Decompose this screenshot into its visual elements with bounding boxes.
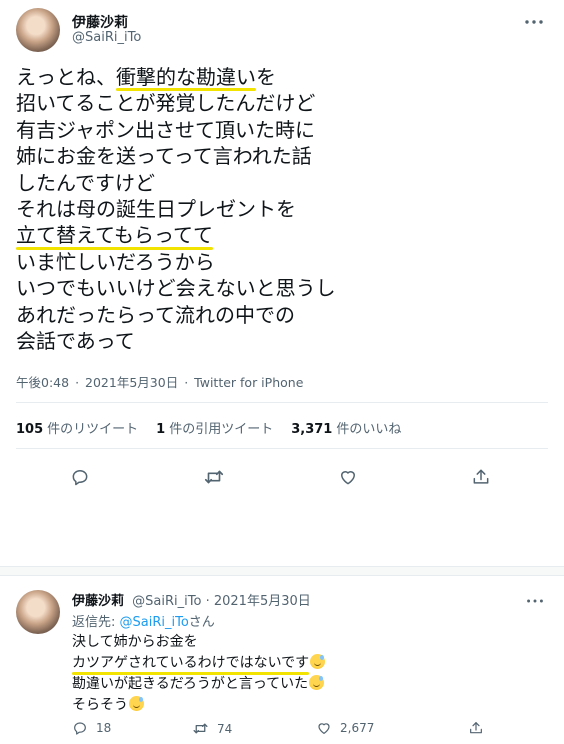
share-icon[interactable]: [466, 462, 496, 492]
highlighted-text: カツアゲされているわけではないです: [72, 653, 310, 675]
reply-line-text: 勘違いが起きるだろうがと言っていた: [72, 676, 309, 692]
share-icon: [470, 722, 482, 734]
reply-avatar[interactable]: [16, 590, 60, 634]
reply-to-prefix: 返信先:: [72, 615, 120, 630]
tweet-meta: 午後0:48 · 2021年5月30日 · Twitter for iPhone: [16, 372, 303, 391]
retweets-count: 105: [16, 422, 44, 437]
tweet-line: 会話であって: [16, 328, 546, 354]
divider: [16, 402, 548, 403]
reply-actions: 18 74 2,677: [72, 720, 552, 740]
tweet-line: 姉にお金を送ってって言われた話: [16, 143, 546, 169]
reply-line: 決して姉からお金を: [72, 632, 542, 653]
tweet-source[interactable]: Twitter for iPhone: [194, 375, 303, 390]
meta-separator: ·: [184, 375, 189, 390]
reply-line: 勘違いが起きるだろうがと言っていた: [72, 674, 542, 695]
tweet-actions: [0, 462, 564, 492]
reply-to-mention[interactable]: @SaiRi_iTo: [120, 615, 189, 630]
reply-text: 決して姉からお金をカツアゲされているわけではないです 勘違いが起きるだろうがと言っ…: [72, 632, 542, 716]
avatar[interactable]: [16, 8, 60, 52]
retweets-stat[interactable]: 105 件のリツイート: [16, 418, 138, 437]
tweet-line-text: えっとね、: [16, 65, 116, 89]
tweet-stats: 105 件のリツイート 1 件の引用ツイート 3,371 件のいいね: [16, 418, 401, 437]
tweet-time[interactable]: 午後0:48: [16, 375, 69, 390]
likes-count: 3,371: [291, 422, 333, 437]
grinning-sweat-emoji: [310, 654, 326, 669]
tweet-line-text: 会話であって: [16, 328, 135, 353]
retweet-icon[interactable]: [199, 462, 229, 492]
tweet-line-text: あれだったらって流れの中での: [16, 302, 295, 327]
thread-separator: [0, 566, 564, 576]
tweet-line-text: いま忙しいだろうから: [16, 249, 215, 274]
reply-display-name[interactable]: 伊藤沙莉: [72, 594, 124, 609]
reply-line-text: 決して姉からお金を: [72, 634, 198, 650]
tweet-line-text: を: [256, 65, 276, 89]
tweet-date[interactable]: 2021年5月30日: [85, 375, 178, 390]
tweet-line-text: 有吉ジャポン出させて頂いた時に: [16, 117, 315, 142]
main-tweet: 伊藤沙莉 @SaiRi_iTo えっとね、衝撃的な勘違いを 招いてることが発覚した…: [0, 0, 564, 566]
reply-date[interactable]: 2021年5月30日: [214, 594, 311, 609]
quotes-label: 件の引用ツイート: [169, 422, 274, 437]
tweet-text: えっとね、衝撃的な勘違いを 招いてることが発覚したんだけど 有吉ジャポン出させて頂い…: [16, 64, 546, 354]
tweet-line: 立て替えてもらってて: [16, 222, 546, 251]
display-name[interactable]: 伊藤沙莉: [72, 12, 128, 32]
reply-to-suffix: さん: [188, 615, 215, 630]
reply-share-action[interactable]: [468, 720, 484, 736]
reply-tweet[interactable]: 伊藤沙莉 @SaiRi_iTo · 2021年5月30日 返信先: @SaiRi…: [0, 576, 564, 744]
heart-icon: [318, 723, 330, 734]
reply-count: 18: [96, 721, 112, 735]
reply-line-text: そらそう: [72, 697, 128, 713]
tweet-line: いつでもいいけど会えないと思うし: [16, 275, 546, 301]
quotes-count: 1: [156, 422, 166, 437]
reply-handle[interactable]: @SaiRi_iTo: [132, 594, 201, 609]
highlighted-text: 衝撃的な勘違い: [116, 65, 256, 92]
grinning-sweat-emoji: [309, 675, 325, 690]
reply-to: 返信先: @SaiRi_iToさん: [72, 611, 215, 630]
reply-header: 伊藤沙莉 @SaiRi_iTo · 2021年5月30日: [72, 590, 311, 609]
tweet-line: 招いてることが発覚したんだけど: [16, 90, 546, 116]
user-handle[interactable]: @SaiRi_iTo: [72, 30, 141, 45]
like-count: 2,677: [340, 721, 375, 735]
likes-label: 件のいいね: [336, 422, 402, 437]
tweet-line: それは母の誕生日プレゼントを: [16, 196, 546, 222]
retweet-count: 74: [217, 721, 233, 736]
heart-icon[interactable]: [333, 462, 363, 492]
tweet-line-text: 姉にお金を送ってって言われた話: [16, 144, 312, 169]
reply-line: カツアゲされているわけではないです: [72, 653, 542, 675]
tweet-line: 有吉ジャポン出させて頂いた時に: [16, 117, 546, 143]
grinning-sweat-emoji: [129, 696, 144, 711]
reply-like-action[interactable]: 2,677: [316, 720, 374, 736]
reply-line: そらそう: [72, 695, 542, 716]
retweets-label: 件のリツイート: [47, 422, 139, 437]
tweet-line-text: したんですけど: [16, 170, 155, 195]
tweet-line-text: それは母の誕生日プレゼントを: [16, 196, 296, 221]
meta-separator: ·: [75, 375, 80, 390]
tweet-line: したんですけど: [16, 170, 546, 196]
divider: [16, 448, 548, 449]
tweet-line: あれだったらって流れの中での: [16, 302, 546, 328]
reply-separator: ·: [205, 594, 210, 609]
tweet-line: いま忙しいだろうから: [16, 249, 546, 275]
retweet-icon: [193, 723, 208, 734]
reply-icon[interactable]: [65, 462, 95, 492]
tweet-line-text: 招いてることが発覚したんだけど: [16, 91, 316, 116]
more-icon[interactable]: [524, 590, 546, 612]
reply-reply-action[interactable]: 18: [72, 720, 111, 736]
more-icon[interactable]: [522, 10, 546, 34]
reply-icon: [74, 722, 86, 735]
tweet-line-text: いつでもいいけど会えないと思うし: [16, 276, 336, 301]
likes-stat[interactable]: 3,371 件のいいね: [291, 418, 401, 437]
highlighted-text: 立て替えてもらってて: [16, 223, 213, 251]
tweet-line: えっとね、衝撃的な勘違いを: [16, 64, 546, 92]
quotes-stat[interactable]: 1 件の引用ツイート: [156, 418, 273, 437]
reply-retweet-action[interactable]: 74: [192, 720, 232, 737]
